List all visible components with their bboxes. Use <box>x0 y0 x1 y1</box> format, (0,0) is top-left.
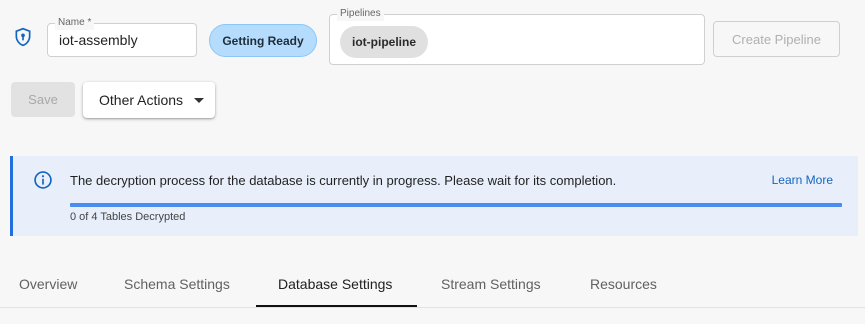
tab-schema-settings[interactable]: Schema Settings <box>124 276 230 292</box>
progress-bar <box>70 203 842 207</box>
info-icon <box>34 171 52 189</box>
tab-overview[interactable]: Overview <box>19 276 77 292</box>
name-field-label: Name * <box>55 16 95 30</box>
tab-bar: Overview Schema Settings Database Settin… <box>0 262 865 308</box>
pipelines-field-label: Pipelines <box>337 7 384 21</box>
progress-bar-fill <box>70 203 842 207</box>
progress-text: 0 of 4 Tables Decrypted <box>70 211 186 223</box>
other-actions-button[interactable]: Other Actions <box>83 82 215 118</box>
pipeline-chip[interactable]: iot-pipeline <box>340 26 428 58</box>
shield-icon <box>15 27 31 47</box>
alert-message: The decryption process for the database … <box>70 173 617 188</box>
other-actions-label: Other Actions <box>99 92 184 108</box>
active-tab-indicator <box>256 305 417 307</box>
tab-database-settings[interactable]: Database Settings <box>278 276 392 292</box>
tab-stream-settings[interactable]: Stream Settings <box>441 276 541 292</box>
name-input[interactable]: iot-assembly <box>59 32 138 48</box>
tab-resources[interactable]: Resources <box>590 276 657 292</box>
save-button[interactable]: Save <box>11 82 75 117</box>
caret-down-icon <box>194 98 204 103</box>
create-pipeline-button[interactable]: Create Pipeline <box>713 21 840 57</box>
name-field[interactable]: Name * iot-assembly <box>47 16 197 57</box>
status-badge: Getting Ready <box>209 24 317 57</box>
decryption-alert: The decryption process for the database … <box>10 156 858 236</box>
learn-more-link[interactable]: Learn More <box>772 173 833 187</box>
pipelines-field[interactable]: Pipelines iot-pipeline <box>329 7 705 65</box>
